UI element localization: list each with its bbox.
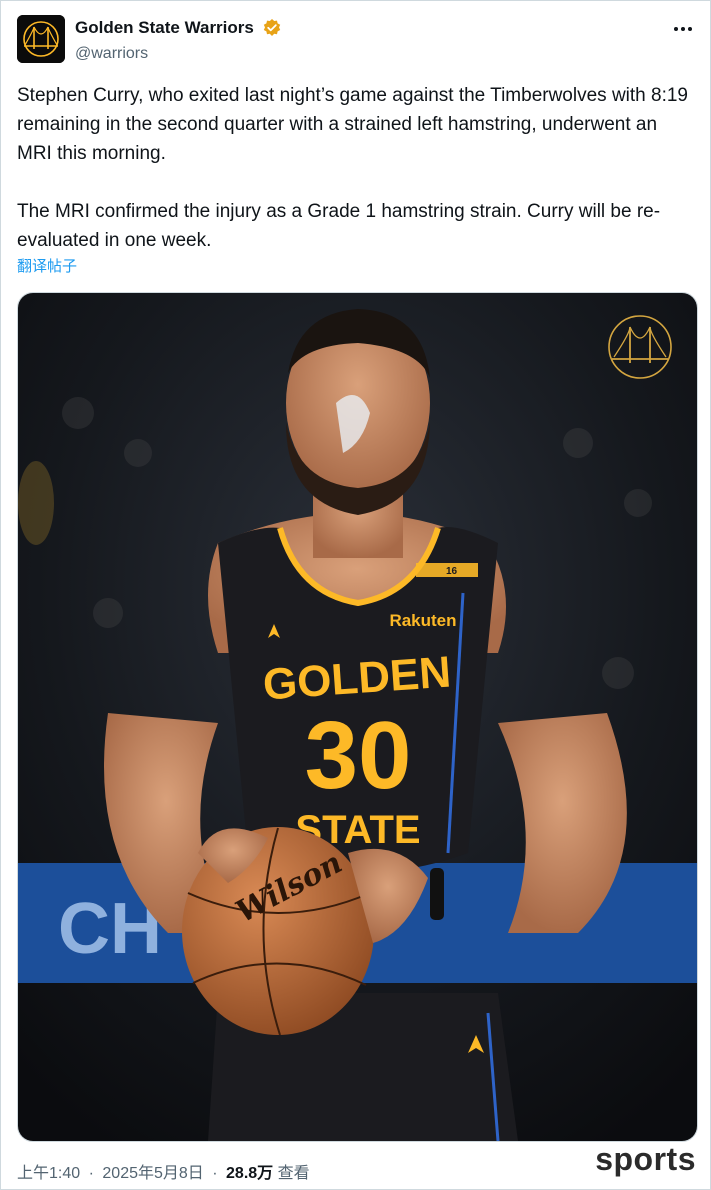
tweet-header: Golden State Warriors @warriors <box>17 15 694 65</box>
jersey-sponsor: Rakuten <box>389 611 456 630</box>
views-count: 28.8万 <box>226 1165 274 1182</box>
translate-post-link[interactable]: 翻译帖子 <box>17 257 77 277</box>
more-options-icon[interactable] <box>674 21 694 37</box>
meta-separator: · <box>212 1165 218 1182</box>
tweet-meta: 上午1:40 · 2025年5月8日 · 28.8万 查看 <box>17 1164 310 1184</box>
tweet-text: Stephen Curry, who exited last night’s g… <box>17 81 697 255</box>
author-handle[interactable]: @warriors <box>75 43 282 65</box>
verified-badge-icon[interactable] <box>262 18 282 38</box>
watermark: sports <box>595 1141 696 1177</box>
jersey-number: 30 <box>305 702 412 809</box>
player-photo: CH Rakuten 16 16 GOLDEN <box>18 293 697 1141</box>
views-label: 查看 <box>277 1165 310 1182</box>
tweet-date[interactable]: 2025年5月8日 <box>102 1165 203 1182</box>
bridge-logo-icon <box>17 15 65 63</box>
display-name[interactable]: Golden State Warriors <box>75 17 254 39</box>
avatar[interactable] <box>17 15 65 63</box>
tweet-time[interactable]: 上午1:40 <box>17 1165 80 1182</box>
tweet-paragraph: Stephen Curry, who exited last night’s g… <box>17 85 688 164</box>
meta-separator: · <box>88 1165 94 1182</box>
tweet-card: Golden State Warriors @warriors Stephen … <box>0 0 711 1190</box>
tweet-photo[interactable]: CH Rakuten 16 16 GOLDEN <box>17 292 698 1142</box>
author-names: Golden State Warriors @warriors <box>75 17 282 65</box>
tweet-paragraph: The MRI confirmed the injury as a Grade … <box>17 201 661 251</box>
jersey-tag-label: 16 <box>446 566 458 577</box>
